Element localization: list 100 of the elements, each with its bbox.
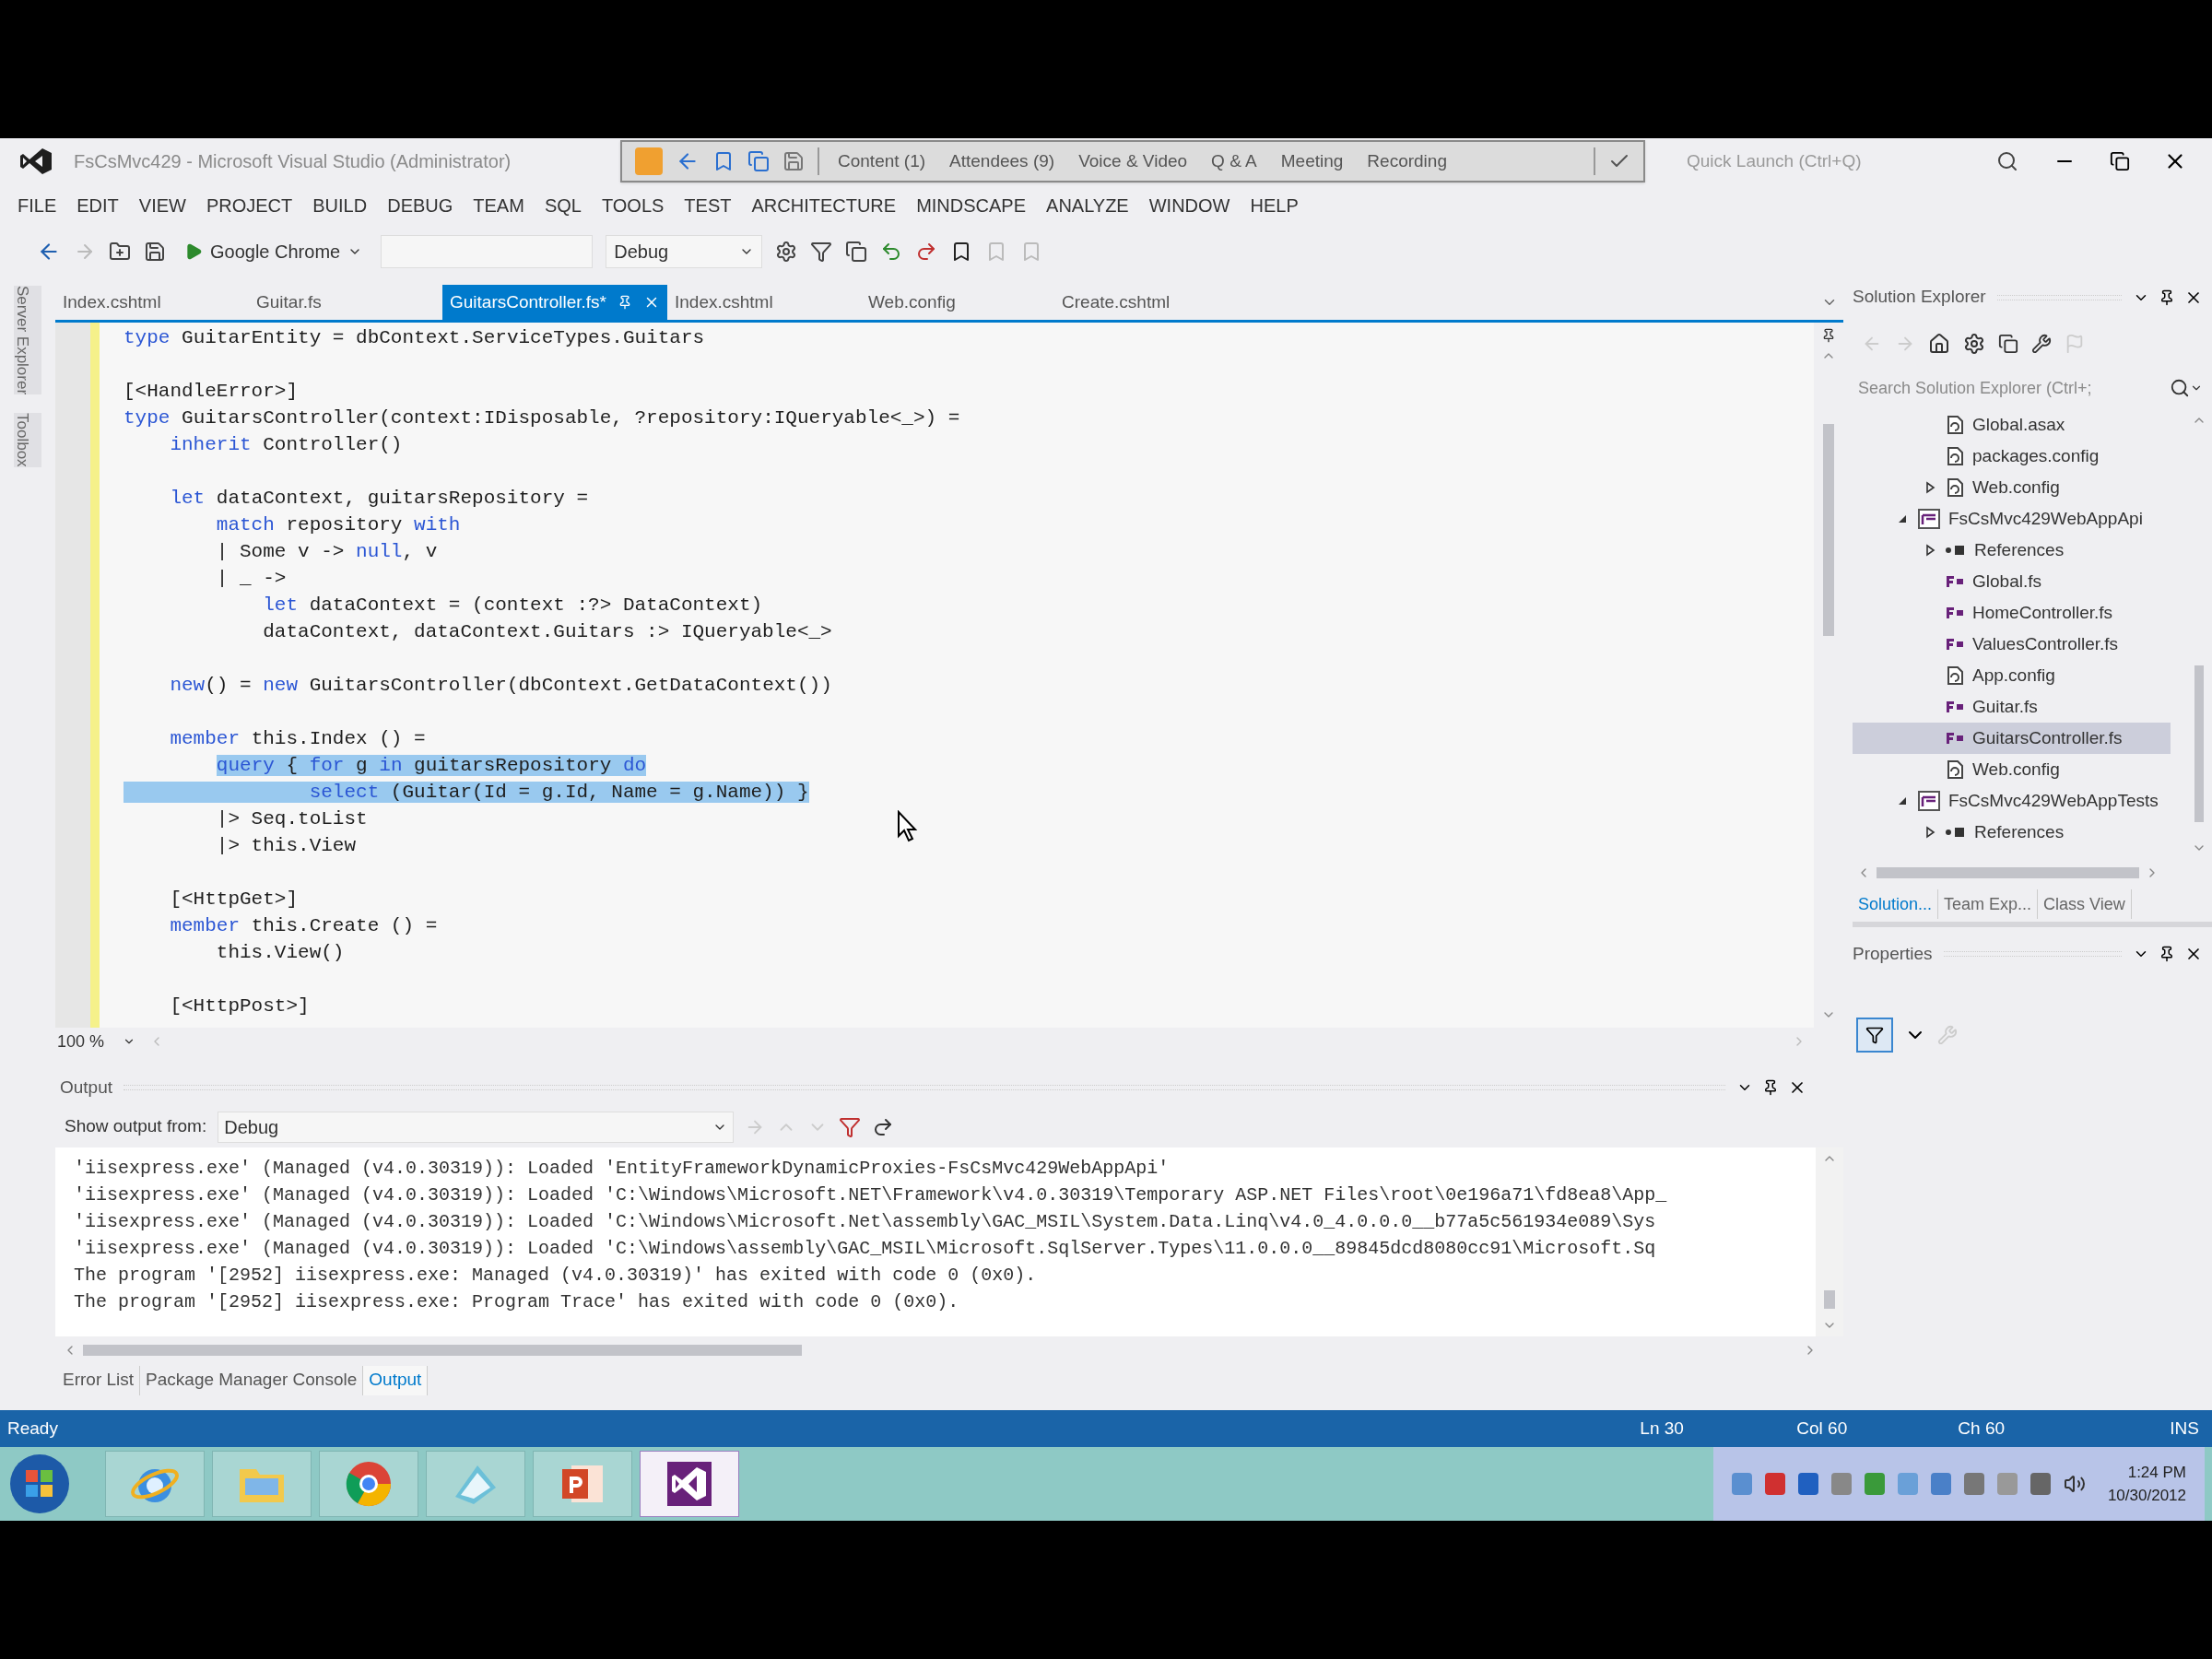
- meeting-tab[interactable]: Meeting: [1275, 147, 1349, 175]
- search-icon[interactable]: [1996, 150, 2018, 172]
- menu-item[interactable]: SQL: [534, 191, 592, 219]
- configuration-dropdown[interactable]: Debug: [606, 234, 763, 268]
- panel-tab[interactable]: Class View: [2038, 889, 2132, 919]
- code-line: match repository with: [215, 513, 461, 537]
- volume-icon[interactable]: [2063, 1473, 2086, 1495]
- editor-tab[interactable]: Create.cshtml: [1054, 285, 1248, 320]
- home-icon[interactable]: [1928, 332, 1950, 355]
- scrollbar-thumb[interactable]: [1823, 424, 1834, 636]
- new-project-icon[interactable]: [109, 240, 131, 263]
- menu-item[interactable]: ANALYZE: [1036, 191, 1139, 219]
- panel-tab[interactable]: Solution...: [1853, 889, 1939, 919]
- panel-tab[interactable]: Team Exp...: [1938, 889, 2039, 919]
- meeting-tab[interactable]: Attendees (9): [944, 147, 1061, 175]
- search-icon[interactable]: [2170, 378, 2190, 398]
- menu-item[interactable]: MINDSCAPE: [906, 191, 1037, 219]
- tree-item[interactable]: Web.config: [1853, 472, 2171, 503]
- tray-icon[interactable]: [1731, 1473, 1752, 1495]
- references-icon: [1945, 826, 1967, 839]
- panel-title: Properties: [1853, 942, 1933, 965]
- run-button[interactable]: Google Chrome: [179, 232, 369, 270]
- tree-item[interactable]: packages.config: [1853, 441, 2171, 472]
- menu-item[interactable]: PROJECT: [195, 191, 303, 219]
- meeting-tab[interactable]: Q & A: [1206, 147, 1263, 175]
- panel-tab[interactable]: Output: [363, 1365, 429, 1395]
- scrollbar-thumb[interactable]: [1877, 867, 2139, 878]
- logo-icon: [18, 147, 53, 176]
- visual-studio-icon: [665, 1460, 713, 1508]
- tree-item[interactable]: ValuesController.fs: [1853, 629, 2171, 660]
- save-icon[interactable]: [144, 240, 166, 263]
- collapsed-arrow-icon[interactable]: [1924, 826, 1936, 839]
- menu-item[interactable]: DEBUG: [377, 191, 464, 219]
- fsharp-file-icon: [1945, 700, 1965, 714]
- clock-date[interactable]: 10/30/2012: [2107, 1484, 2186, 1508]
- clock-time[interactable]: 1:24 PM: [2127, 1460, 2186, 1484]
- tree-item[interactable]: References: [1853, 817, 2171, 848]
- menu-item[interactable]: ARCHITECTURE: [741, 191, 907, 219]
- tray-icon[interactable]: [1830, 1473, 1852, 1495]
- editor-tab[interactable]: Index.cshtml: [55, 285, 249, 320]
- meeting-tab[interactable]: Recording: [1361, 147, 1453, 175]
- tree-item[interactable]: FsCsMvc429WebAppApi: [1853, 503, 2171, 535]
- menu-item[interactable]: EDIT: [66, 191, 129, 219]
- tray-icon[interactable]: [1797, 1473, 1818, 1495]
- window-title: FsCsMvc429 - Microsoft Visual Studio (Administrator): [74, 150, 512, 173]
- search-field[interactable]: Search Solution Explorer (Ctrl+;: [1858, 375, 2170, 401]
- side-tab[interactable]: Toolbox: [14, 413, 41, 467]
- tray-icon[interactable]: [1864, 1473, 1885, 1495]
- menu-item[interactable]: TEST: [674, 191, 742, 219]
- scrollbar-thumb[interactable]: [83, 1345, 802, 1356]
- quick-launch-field[interactable]: Quick Launch (Ctrl+Q): [1687, 147, 1996, 175]
- play-icon: [184, 241, 203, 261]
- meeting-tab[interactable]: Voice & Video: [1073, 147, 1194, 175]
- tree-item[interactable]: Global.asax: [1853, 409, 2171, 441]
- pin-icon[interactable]: [1762, 1079, 1779, 1096]
- pin-icon[interactable]: [2159, 946, 2175, 962]
- tree-item[interactable]: FsCsMvc429WebAppTests: [1853, 785, 2171, 817]
- tray-icon[interactable]: [1963, 1473, 1984, 1495]
- tree-item[interactable]: Global.fs: [1853, 566, 2171, 597]
- collapsed-arrow-icon[interactable]: [1924, 481, 1936, 494]
- scrollbar-thumb[interactable]: [1824, 1290, 1835, 1309]
- menu-item[interactable]: VIEW: [128, 191, 196, 219]
- code-line: | Some v -> null, v: [215, 540, 438, 564]
- tree-item[interactable]: Guitar.fs: [1853, 691, 2171, 723]
- menu-item[interactable]: WINDOW: [1138, 191, 1241, 219]
- code-line: |> Seq.toList: [215, 807, 368, 831]
- output-line: 'iisexpress.exe' (Managed (v4.0.30319)): Loaded 'EntityFrameworkDynamicProxies-FsCsMvc429WebAppApi': [74, 1157, 1170, 1181]
- tray-icon[interactable]: [1930, 1473, 1951, 1495]
- taskbar-button[interactable]: [640, 1451, 739, 1517]
- restore-icon[interactable]: [2110, 151, 2130, 171]
- tray-icon[interactable]: [1764, 1473, 1785, 1495]
- fsharp-file-icon: [1945, 731, 1965, 746]
- tree-item[interactable]: Web.config: [1853, 754, 2171, 785]
- properties-icon[interactable]: [2031, 333, 2052, 354]
- source-label: Show output from:: [65, 1115, 207, 1138]
- collapsed-arrow-icon[interactable]: [1924, 544, 1936, 557]
- tree-item[interactable]: App.config: [1853, 660, 2171, 691]
- editor-tab[interactable]: Web.config: [861, 285, 1054, 320]
- menu-item[interactable]: BUILD: [302, 191, 378, 219]
- scrollbar-thumb[interactable]: [2194, 665, 2204, 822]
- char-indicator: Ch 60: [1958, 1417, 2006, 1440]
- pin-icon[interactable]: [2159, 288, 2175, 306]
- side-tab[interactable]: Server Explorer: [14, 286, 41, 395]
- menu-item[interactable]: FILE: [7, 191, 67, 219]
- editor-tab[interactable]: Index.cshtml: [667, 285, 861, 320]
- zoom-dropdown[interactable]: 100 %: [57, 1029, 149, 1054]
- editor-tab[interactable]: Guitar.fs: [249, 285, 442, 320]
- tray-icon[interactable]: [2030, 1473, 2051, 1495]
- start-button-icon[interactable]: [7, 1452, 72, 1516]
- menu-item[interactable]: HELP: [1240, 191, 1309, 219]
- menu-item[interactable]: TOOLS: [591, 191, 675, 219]
- tree-item[interactable]: HomeController.fs: [1853, 597, 2171, 629]
- output-source-dropdown[interactable]: Debug: [218, 1111, 735, 1143]
- share-icon[interactable]: [747, 150, 770, 172]
- tree-item[interactable]: References: [1853, 535, 2171, 566]
- tree-item[interactable]: GuitarsController.fs: [1853, 723, 2171, 754]
- meeting-tab[interactable]: Content (1): [832, 147, 932, 175]
- menu-item[interactable]: TEAM: [463, 191, 535, 219]
- categorized-button[interactable]: [1856, 1017, 1893, 1053]
- panel-tab[interactable]: Error List: [57, 1365, 141, 1395]
